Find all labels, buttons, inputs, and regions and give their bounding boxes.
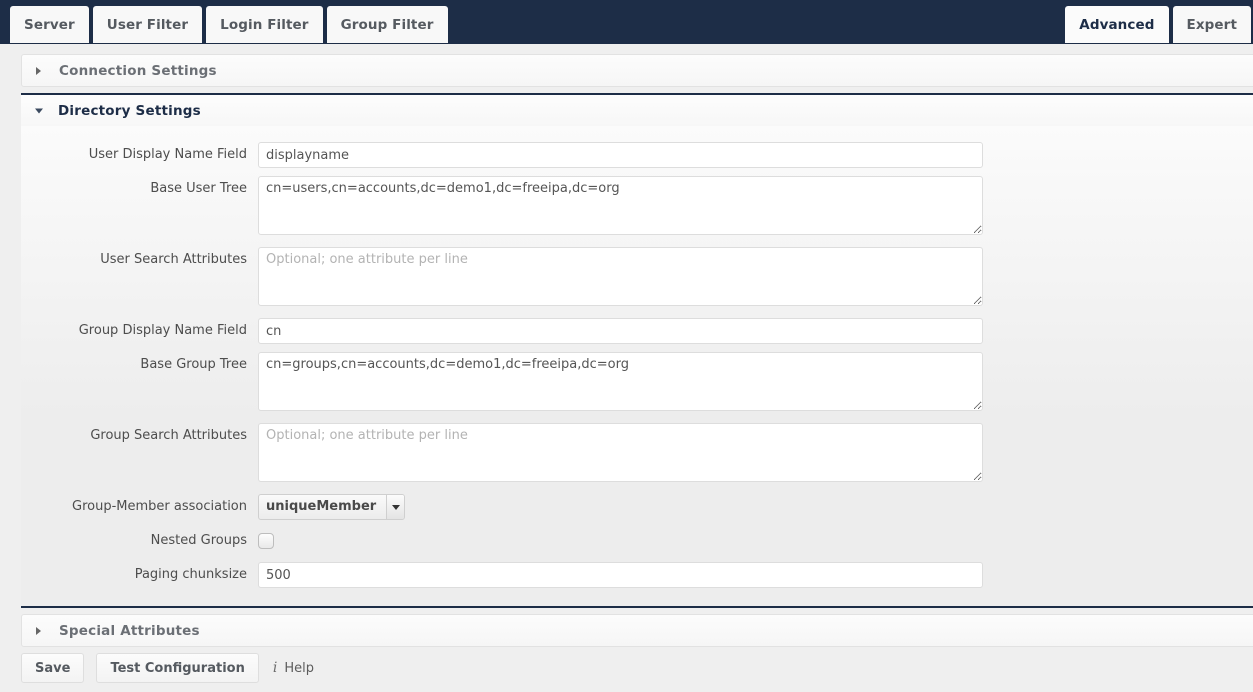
tab-login-filter[interactable]: Login Filter <box>206 6 323 44</box>
label-user-display-name-field: User Display Name Field <box>88 147 247 162</box>
field-row-base-group-tree: Base Group Tree <box>21 352 1253 415</box>
panel-title-connection-settings: Connection Settings <box>59 62 217 79</box>
info-icon: i <box>272 660 278 676</box>
chevron-down-icon <box>35 108 43 113</box>
tab-group-filter[interactable]: Group Filter <box>326 6 448 44</box>
form-actions: Save Test Configuration i Help <box>21 653 1253 683</box>
panel-connection-settings[interactable]: Connection Settings <box>21 54 1253 87</box>
test-configuration-button[interactable]: Test Configuration <box>96 653 259 683</box>
label-user-search-attributes: User Search Attributes <box>100 252 247 267</box>
panel-title-special-attributes: Special Attributes <box>59 622 200 639</box>
control-base-group-tree <box>258 352 1253 415</box>
label-paging-chunksize: Paging chunksize <box>134 567 247 582</box>
label-base-user-tree: Base User Tree <box>150 181 247 196</box>
control-paging-chunksize <box>258 562 1253 588</box>
control-user-display-name-field <box>258 142 1253 168</box>
panel-directory-settings: Directory Settings User Display Name Fie… <box>21 93 1253 608</box>
help-link[interactable]: i Help <box>273 660 314 676</box>
help-label: Help <box>284 660 314 676</box>
control-group-display-name-field <box>258 318 1253 344</box>
tab-expert[interactable]: Expert <box>1172 6 1251 44</box>
label-group-member-association: Group-Member association <box>72 499 247 514</box>
directory-settings-form: User Display Name Field Base User Tree U… <box>21 126 1253 606</box>
tab-bar: Server User Filter Login Filter Group Filte… <box>0 0 1253 44</box>
panel-title-directory-settings: Directory Settings <box>58 102 201 119</box>
control-group-member-association: uniqueMember <box>258 494 1253 520</box>
panel-special-attributes[interactable]: Special Attributes <box>21 614 1253 647</box>
paging-chunksize-input[interactable] <box>258 562 983 588</box>
base-group-tree-textarea[interactable] <box>258 352 983 411</box>
field-row-group-member-association: Group-Member association uniqueMember <box>21 494 1253 520</box>
field-row-user-search-attributes: User Search Attributes <box>21 247 1253 310</box>
user-display-name-field-input[interactable] <box>258 142 983 168</box>
tab-group-right: Advanced Expert <box>1063 0 1253 44</box>
field-row-paging-chunksize: Paging chunksize <box>21 562 1253 588</box>
control-user-search-attributes <box>258 247 1253 310</box>
control-base-user-tree <box>258 176 1253 239</box>
control-nested-groups <box>258 528 1253 549</box>
label-group-display-name-field: Group Display Name Field <box>78 323 247 338</box>
control-group-search-attributes <box>258 423 1253 486</box>
chevron-right-icon <box>36 626 41 635</box>
field-row-user-display-name: User Display Name Field <box>21 142 1253 168</box>
field-row-group-search-attributes: Group Search Attributes <box>21 423 1253 486</box>
tab-server[interactable]: Server <box>10 6 89 44</box>
settings-page: Connection Settings Directory Settings U… <box>0 44 1253 692</box>
field-row-group-display-name: Group Display Name Field <box>21 318 1253 344</box>
group-member-association-select[interactable]: uniqueMember <box>258 494 406 520</box>
field-row-base-user-tree: Base User Tree <box>21 176 1253 239</box>
tab-user-filter[interactable]: User Filter <box>92 6 203 44</box>
group-member-association-value: uniqueMember <box>266 499 377 514</box>
dropdown-arrow-icon[interactable] <box>386 495 405 519</box>
base-user-tree-textarea[interactable] <box>258 176 983 235</box>
chevron-right-icon <box>36 66 41 75</box>
field-row-nested-groups: Nested Groups <box>21 528 1253 554</box>
group-search-attributes-textarea[interactable] <box>258 423 983 482</box>
label-nested-groups: Nested Groups <box>150 533 247 548</box>
label-base-group-tree: Base Group Tree <box>140 357 247 372</box>
nested-groups-checkbox[interactable] <box>258 533 274 549</box>
label-group-search-attributes: Group Search Attributes <box>90 428 247 443</box>
tab-advanced[interactable]: Advanced <box>1065 6 1169 44</box>
group-display-name-field-input[interactable] <box>258 318 983 344</box>
user-search-attributes-textarea[interactable] <box>258 247 983 306</box>
panel-header-directory-settings[interactable]: Directory Settings <box>21 95 1253 126</box>
save-button[interactable]: Save <box>21 653 85 683</box>
